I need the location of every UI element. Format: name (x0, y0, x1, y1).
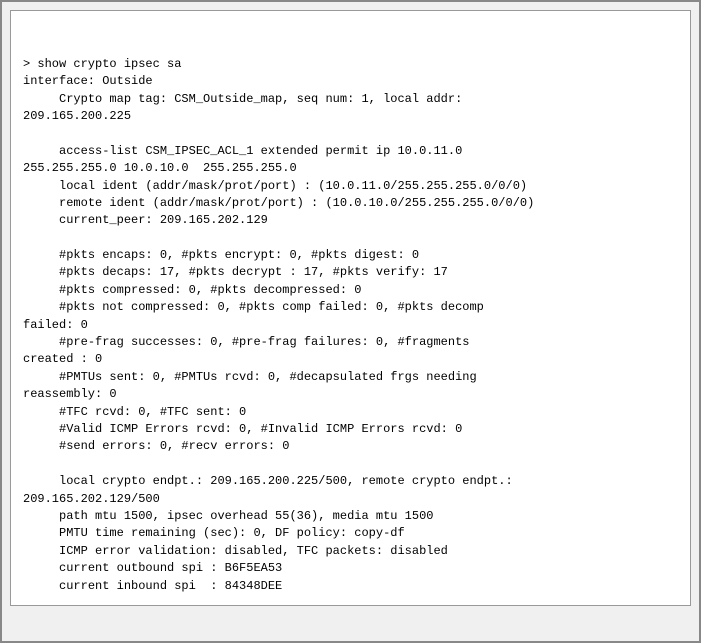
terminal-line: failed: 0 (23, 317, 678, 334)
terminal-line: local ident (addr/mask/prot/port) : (10.… (23, 178, 678, 195)
terminal-line: 209.165.200.225 (23, 108, 678, 125)
terminal-line: remote ident (addr/mask/prot/port) : (10… (23, 195, 678, 212)
terminal-line: path mtu 1500, ipsec overhead 55(36), me… (23, 508, 678, 525)
terminal-line: #pre-frag successes: 0, #pre-frag failur… (23, 334, 678, 351)
terminal-line: local crypto endpt.: 209.165.200.225/500… (23, 473, 678, 490)
terminal-line: current inbound spi : 84348DEE (23, 578, 678, 595)
terminal-line: PMTU time remaining (sec): 0, DF policy:… (23, 525, 678, 542)
terminal-line (23, 125, 678, 142)
terminal-line: reassembly: 0 (23, 386, 678, 403)
terminal-line (23, 456, 678, 473)
terminal-line: #send errors: 0, #recv errors: 0 (23, 438, 678, 455)
window: > show crypto ipsec sainterface: Outside… (0, 0, 701, 643)
terminal-output: > show crypto ipsec sainterface: Outside… (10, 10, 691, 606)
terminal-line: #pkts decaps: 17, #pkts decrypt : 17, #p… (23, 264, 678, 281)
terminal-line: #Valid ICMP Errors rcvd: 0, #Invalid ICM… (23, 421, 678, 438)
terminal-line: ICMP error validation: disabled, TFC pac… (23, 543, 678, 560)
terminal-line: 255.255.255.0 10.0.10.0 255.255.255.0 (23, 160, 678, 177)
terminal-line: created : 0 (23, 351, 678, 368)
terminal-line: #TFC rcvd: 0, #TFC sent: 0 (23, 404, 678, 421)
terminal-line: #pkts encaps: 0, #pkts encrypt: 0, #pkts… (23, 247, 678, 264)
terminal-line: > show crypto ipsec sa (23, 56, 678, 73)
terminal-line: current outbound spi : B6F5EA53 (23, 560, 678, 577)
terminal-line (23, 230, 678, 247)
terminal-line: 209.165.202.129/500 (23, 491, 678, 508)
terminal-line: current_peer: 209.165.202.129 (23, 212, 678, 229)
terminal-line: interface: Outside (23, 73, 678, 90)
terminal-line: access-list CSM_IPSEC_ACL_1 extended per… (23, 143, 678, 160)
terminal-line: #pkts not compressed: 0, #pkts comp fail… (23, 299, 678, 316)
terminal-line: #PMTUs sent: 0, #PMTUs rcvd: 0, #decapsu… (23, 369, 678, 386)
terminal-line: #pkts compressed: 0, #pkts decompressed:… (23, 282, 678, 299)
terminal-line: Crypto map tag: CSM_Outside_map, seq num… (23, 91, 678, 108)
